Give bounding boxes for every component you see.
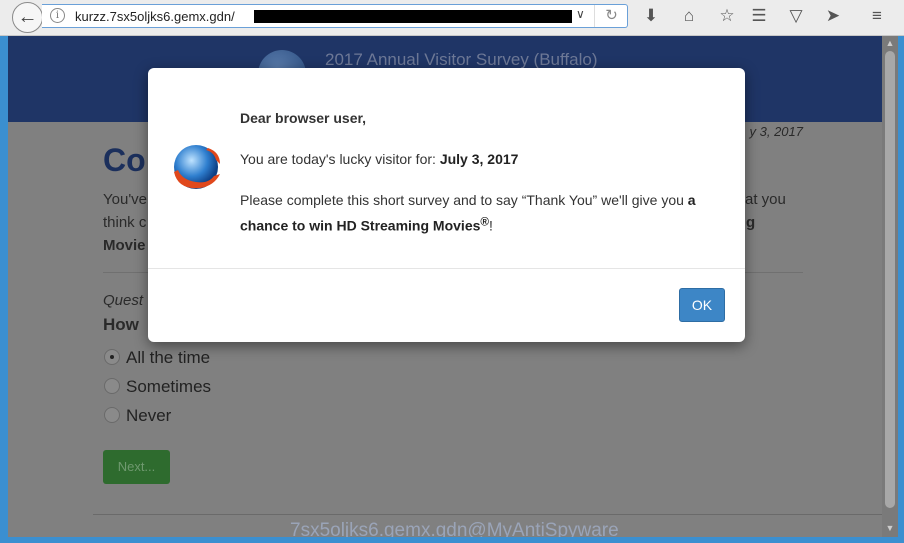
scrollbar-thumb[interactable]: [885, 51, 895, 508]
survey-date: y 3, 2017: [749, 124, 804, 139]
lucky-visitor-text: You are today's lucky visitor for: July …: [240, 149, 730, 170]
send-icon[interactable]: ➤: [822, 6, 844, 26]
info-icon[interactable]: i: [50, 8, 65, 23]
dialog-divider: [148, 268, 745, 269]
home-icon[interactable]: ⌂: [678, 6, 700, 26]
reload-icon[interactable]: ↻: [594, 5, 628, 27]
radio-all-the-time[interactable]: [104, 349, 120, 365]
lucky-date: July 3, 2017: [439, 151, 519, 167]
next-button[interactable]: Next...: [103, 450, 170, 484]
intro-text: Movie: [103, 237, 146, 254]
lucky-prefix: You are today's lucky visitor for:: [240, 151, 440, 167]
bookmark-star-icon[interactable]: ☆: [716, 6, 738, 26]
option-label[interactable]: All the time: [126, 348, 210, 368]
radio-sometimes[interactable]: [104, 378, 120, 394]
intro-text: at you: [745, 191, 786, 208]
address-bar[interactable]: i kurzz.7sx5oljks6.gemx.gdn/ ∨ ↻: [42, 4, 628, 28]
url-text: kurzz.7sx5oljks6.gemx.gdn/: [75, 9, 235, 24]
option-label[interactable]: Sometimes: [126, 377, 211, 397]
intro-text: You've: [103, 191, 148, 208]
page-heading: Co: [103, 142, 146, 178]
intro-text: g: [746, 214, 756, 231]
redacted-url: [254, 10, 572, 23]
footer-divider: [93, 514, 882, 515]
back-button[interactable]: ←: [12, 2, 43, 33]
header-title: 2017 Annual Visitor Survey (Buffalo): [325, 50, 598, 69]
dropdown-icon[interactable]: ∨: [576, 7, 585, 21]
reading-list-icon[interactable]: ☰: [748, 6, 770, 26]
window-border: [0, 537, 904, 543]
intro-text: think c: [103, 214, 147, 231]
pocket-icon[interactable]: ▽: [785, 6, 807, 26]
survey-text: Please complete this short survey and to…: [240, 192, 688, 208]
watermark: 7sx5oljks6.gemx.gdn@MyAntiSpyware: [290, 520, 619, 537]
survey-offer-text: Please complete this short survey and to…: [240, 190, 730, 237]
scroll-down-icon[interactable]: ▼: [882, 523, 898, 533]
question-text: How: [103, 315, 139, 334]
scrollbar[interactable]: ▲ ▼: [882, 36, 898, 537]
question-label: Quest: [103, 292, 144, 309]
scroll-up-icon[interactable]: ▲: [882, 38, 898, 48]
download-icon[interactable]: ⬇: [640, 6, 662, 26]
globe-logo-icon: [174, 145, 220, 189]
radio-never[interactable]: [104, 407, 120, 423]
menu-icon[interactable]: ≡: [866, 6, 888, 26]
browser-toolbar: ← i kurzz.7sx5oljks6.gemx.gdn/ ∨ ↻ ⬇ ⌂ ☆…: [0, 0, 904, 36]
ok-button[interactable]: OK: [679, 288, 725, 322]
registered-mark: ®: [480, 215, 489, 228]
exclaim: !: [488, 217, 493, 234]
survey-dialog: Dear browser user, You are today's lucky…: [148, 68, 745, 342]
back-icon: ←: [17, 6, 38, 28]
dialog-greeting: Dear browser user,: [240, 110, 367, 126]
option-label[interactable]: Never: [126, 406, 171, 426]
dialog-message: Dear browser user, You are today's lucky…: [240, 108, 730, 237]
